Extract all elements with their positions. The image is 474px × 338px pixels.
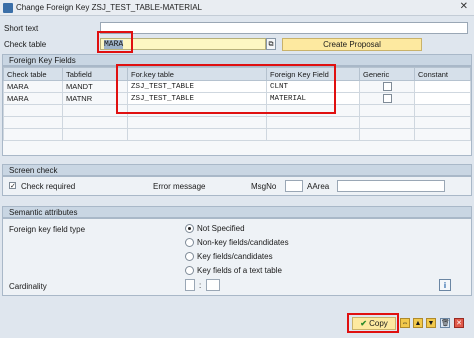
screen-check-header: Screen check (2, 164, 472, 176)
radio-text-table[interactable]: Key fields of a text table (185, 266, 282, 276)
up-arrow-icon[interactable]: ▲ (413, 318, 423, 328)
cell-check-table: MARA (3, 80, 63, 93)
radio-key-fields[interactable]: Key fields/candidates (185, 252, 273, 262)
radio-non-key[interactable]: Non-key fields/candidates (185, 238, 289, 248)
radio-label: Key fields/candidates (197, 252, 273, 261)
cardinality-label: Cardinality (9, 282, 47, 291)
aarea-label: AArea (307, 182, 330, 191)
cardinality-separator: : (199, 281, 202, 290)
check-table-label: Check table (4, 40, 47, 49)
create-proposal-button[interactable]: Create Proposal (282, 38, 422, 51)
cardinality-right-input[interactable] (206, 279, 220, 291)
transfer-icon[interactable]: ⇔ (400, 318, 410, 328)
table-row[interactable] (3, 116, 471, 129)
semantic-group: Foreign key field type Not Specified Non… (2, 218, 472, 296)
aarea-input[interactable] (337, 180, 445, 192)
radio-icon-selected[interactable] (185, 224, 194, 234)
check-table-highlight (97, 31, 133, 53)
short-text-label: Short text (4, 24, 39, 33)
col-generic[interactable]: Generic (359, 67, 415, 81)
copy-highlight (347, 313, 399, 333)
cell-check-table: MARA (3, 92, 63, 105)
radio-icon[interactable] (185, 252, 194, 262)
check-required-checkbox[interactable]: ✓ (9, 182, 16, 190)
down-arrow-icon[interactable]: ▼ (426, 318, 436, 328)
col-check-table[interactable]: Check table (3, 67, 63, 81)
screen-check-title: Screen check (9, 166, 58, 175)
delete-icon[interactable]: 🗑 (440, 318, 450, 328)
fk-columns-highlight (116, 64, 336, 114)
col-constant[interactable]: Constant (414, 67, 471, 81)
table-row[interactable] (3, 128, 471, 141)
cell-constant[interactable] (414, 92, 471, 105)
error-message-label: Error message (153, 182, 206, 191)
radio-not-specified[interactable]: Not Specified (185, 224, 245, 234)
radio-icon[interactable] (185, 266, 194, 276)
value-help-icon[interactable]: ⧉ (266, 38, 276, 50)
close-icon[interactable]: ✕ (460, 1, 468, 12)
msgno-label: MsgNo (251, 182, 277, 191)
cell-constant[interactable] (414, 80, 471, 93)
cancel-icon[interactable]: ✕ (454, 318, 464, 328)
window-title: Change Foreign Key ZSJ_TEST_TABLE-MATERI… (16, 3, 202, 12)
fk-fields-title: Foreign Key Fields (9, 56, 76, 65)
fk-field-type-label: Foreign key field type (9, 225, 86, 234)
screen-check-group: ✓ Check required Error message MsgNo AAr… (2, 176, 472, 196)
short-text-input[interactable] (100, 22, 468, 34)
title-bar: Change Foreign Key ZSJ_TEST_TABLE-MATERI… (0, 0, 474, 16)
semantic-title: Semantic attributes (9, 208, 78, 217)
radio-label: Non-key fields/candidates (197, 238, 289, 247)
radio-label: Not Specified (197, 224, 245, 233)
info-icon[interactable]: i (439, 279, 451, 291)
msgno-input[interactable] (285, 180, 303, 192)
radio-label: Key fields of a text table (197, 266, 282, 275)
check-required-label: Check required (21, 182, 76, 191)
sap-window-icon (3, 3, 13, 13)
generic-checkbox[interactable] (382, 94, 392, 104)
semantic-header: Semantic attributes (2, 206, 472, 218)
generic-checkbox[interactable] (382, 82, 392, 92)
cardinality-left-input[interactable] (185, 279, 195, 291)
radio-icon[interactable] (185, 238, 194, 248)
